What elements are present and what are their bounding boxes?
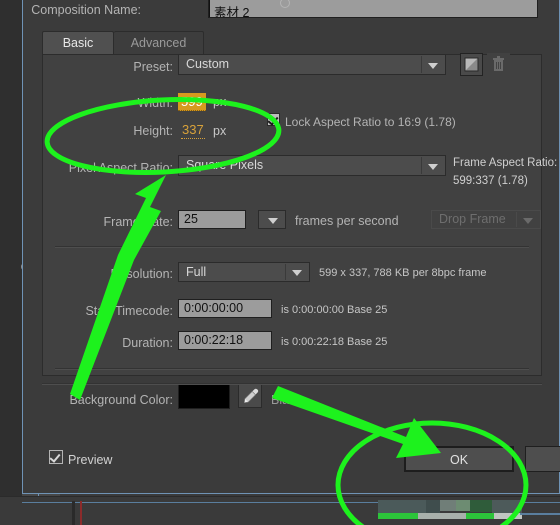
delete-preset-button[interactable] <box>487 53 510 76</box>
ae-left-toolbar <box>0 0 23 525</box>
section-divider <box>55 246 529 248</box>
start-timecode-label: Start Timecode: <box>85 304 173 318</box>
composition-name-label: Composition Name: <box>31 3 141 17</box>
trash-icon <box>493 56 504 71</box>
save-preset-icon <box>464 57 479 72</box>
film-thumb <box>440 500 456 511</box>
film-thumb <box>456 500 470 511</box>
ae-bottom-tick <box>72 501 75 525</box>
lock-aspect-ratio-checkbox[interactable] <box>267 113 280 126</box>
film-gray-bar <box>494 513 522 519</box>
composition-settings-dialog: Composition Name: 素材 2 Basic Advanced Pr… <box>22 0 560 494</box>
resolution-label: Resolution: <box>110 267 173 281</box>
background-color-swatch[interactable] <box>178 383 230 409</box>
resolution-dropdown[interactable]: Full <box>178 262 310 282</box>
film-green-bar <box>378 513 418 519</box>
frame-rate-unit-label: frames per second <box>295 214 399 228</box>
frame-rate-dropdown-button[interactable] <box>258 210 286 229</box>
section-divider <box>55 368 529 370</box>
resolution-value: Full <box>186 265 207 279</box>
background-color-label: Background Color: <box>69 393 173 407</box>
film-gray-bar <box>418 513 466 519</box>
height-unit: px <box>213 124 227 138</box>
film-thumb <box>378 500 426 513</box>
film-thumb <box>492 500 522 513</box>
film-blue-line <box>520 513 560 515</box>
resolution-info: 599 x 337, 788 KB per 8bpc frame <box>319 267 487 279</box>
composition-name-row: Composition Name: 素材 2 <box>23 0 560 23</box>
preview-label: Preview <box>68 453 113 467</box>
ae-bottom-marker <box>80 501 82 525</box>
background-color-name: Blac <box>271 393 296 407</box>
film-thumb <box>426 500 440 513</box>
height-value[interactable]: 337 <box>181 122 205 139</box>
width-value[interactable]: 599 <box>178 93 206 111</box>
width-label: Width: <box>137 96 173 110</box>
drop-frame-dropdown: Drop Frame <box>431 210 541 229</box>
chevron-down-icon[interactable] <box>421 56 444 73</box>
height-label: Height: <box>133 124 173 138</box>
chevron-down-icon[interactable] <box>285 264 308 280</box>
tab-bar: Basic Advanced <box>42 31 542 55</box>
cancel-button[interactable]: Ca <box>525 446 560 472</box>
preset-label: Preset: <box>133 60 173 74</box>
duration-label: Duration: <box>122 336 173 350</box>
pixel-aspect-ratio-value: Square Pixels <box>186 158 264 172</box>
start-timecode-input[interactable]: 0:00:00:00 <box>178 299 272 318</box>
width-unit: px <box>213 95 227 109</box>
composition-name-input[interactable]: 素材 2 <box>208 0 538 18</box>
ok-button[interactable]: OK <box>404 446 514 472</box>
save-preset-button[interactable] <box>460 53 483 76</box>
frame-rate-input[interactable]: 25 <box>178 210 246 229</box>
preview-checkbox[interactable] <box>49 450 63 464</box>
footer-divider <box>42 383 542 385</box>
eyedropper-button[interactable] <box>238 384 262 408</box>
duration-input[interactable]: 0:00:22:18 <box>178 331 272 350</box>
frame-aspect-ratio-label: Frame Aspect Ratio: <box>453 157 558 169</box>
chevron-down-icon <box>516 212 539 227</box>
tab-advanced[interactable]: Advanced <box>114 31 204 55</box>
drop-frame-value: Drop Frame <box>439 212 506 226</box>
preset-value: Custom <box>186 57 230 71</box>
eyedropper-icon <box>244 388 259 403</box>
preset-dropdown[interactable]: Custom <box>178 54 446 75</box>
pixel-aspect-ratio-label: Pixel Aspect Ratio: <box>68 161 173 175</box>
film-thumb <box>470 500 492 512</box>
start-timecode-info: is 0:00:00:00 Base 25 <box>281 304 388 316</box>
lock-aspect-ratio-label: Lock Aspect Ratio to 16:9 (1.78) <box>285 115 456 129</box>
pixel-aspect-ratio-dropdown[interactable]: Square Pixels <box>178 155 446 176</box>
text-caret <box>209 0 210 17</box>
frame-rate-label: Frame Rate: <box>103 215 173 229</box>
chevron-down-icon[interactable] <box>421 157 444 174</box>
duration-info: is 0:00:22:18 Base 25 <box>281 336 388 348</box>
film-green-bar <box>466 513 494 519</box>
frame-aspect-ratio-value: 599:337 (1.78) <box>453 175 528 187</box>
tab-basic[interactable]: Basic <box>42 31 114 55</box>
